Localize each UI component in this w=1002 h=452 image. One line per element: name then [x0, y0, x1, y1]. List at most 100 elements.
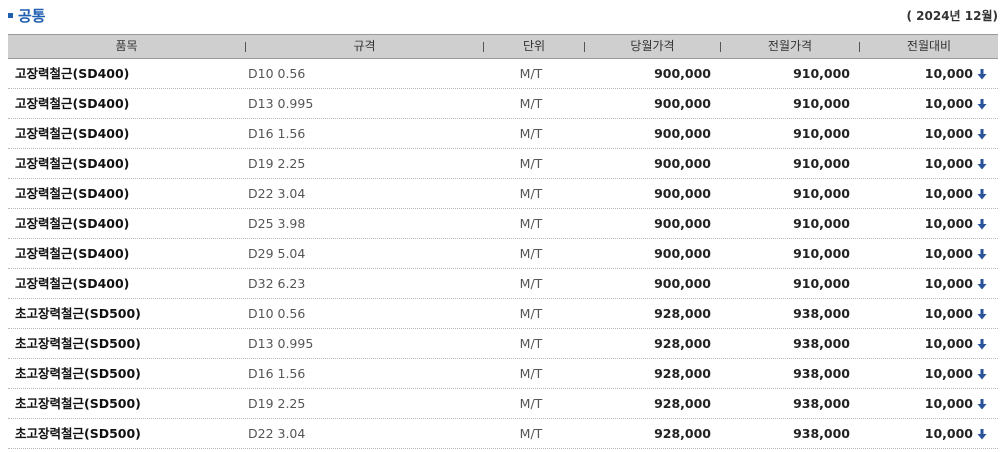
item-spec: D13 0.995: [248, 96, 314, 111]
price-change: 10,000: [924, 396, 973, 411]
item-unit: M/T: [519, 96, 543, 111]
item-name: 초고장력철근(SD500): [15, 306, 141, 321]
table-row: 초고장력철근(SD500) D22 3.04 M/T 928,000 938,0…: [8, 419, 998, 449]
current-price: 900,000: [654, 246, 711, 261]
arrow-down-icon: [977, 219, 987, 230]
previous-price: 910,000: [793, 276, 850, 291]
table-row: 초고장력철근(SD500) D16 1.56 M/T 928,000 938,0…: [8, 359, 998, 389]
table-row: 초고장력철근(SD500) D13 0.995 M/T 928,000 938,…: [8, 329, 998, 359]
price-change: 10,000: [924, 126, 973, 141]
item-name: 고장력철근(SD400): [15, 96, 130, 111]
item-name: 고장력철근(SD400): [15, 126, 130, 141]
arrow-down-icon: [977, 129, 987, 140]
previous-price: 910,000: [793, 126, 850, 141]
previous-price: 938,000: [793, 426, 850, 441]
item-unit: M/T: [519, 186, 543, 201]
title-bullet-icon: [8, 13, 13, 18]
previous-price: 910,000: [793, 186, 850, 201]
arrow-down-icon: [977, 429, 987, 440]
item-spec: D16 1.56: [248, 366, 306, 381]
arrow-down-icon: [977, 189, 987, 200]
previous-price: 910,000: [793, 216, 850, 231]
previous-price: 938,000: [793, 306, 850, 321]
arrow-down-icon: [977, 249, 987, 260]
item-spec: D16 1.56: [248, 126, 306, 141]
price-table: 품목 규격 단위 당월가격 전월가격 전월대비 고장력철근(SD400) D10…: [8, 34, 998, 449]
price-change: 10,000: [924, 336, 973, 351]
previous-price: 910,000: [793, 96, 850, 111]
price-change: 10,000: [924, 276, 973, 291]
price-change: 10,000: [924, 186, 973, 201]
arrow-down-icon: [977, 399, 987, 410]
table-row: 초고장력철근(SD500) D10 0.56 M/T 928,000 938,0…: [8, 299, 998, 329]
item-spec: D13 0.995: [248, 336, 314, 351]
previous-price: 910,000: [793, 156, 850, 171]
previous-price: 910,000: [793, 246, 850, 261]
item-unit: M/T: [519, 306, 543, 321]
item-unit: M/T: [519, 246, 543, 261]
current-price: 900,000: [654, 276, 711, 291]
table-row: 고장력철근(SD400) D32 6.23 M/T 900,000 910,00…: [8, 269, 998, 299]
item-name: 초고장력철근(SD500): [15, 396, 141, 411]
table-row: 초고장력철근(SD500) D19 2.25 M/T 928,000 938,0…: [8, 389, 998, 419]
price-change: 10,000: [924, 306, 973, 321]
current-price: 900,000: [654, 66, 711, 81]
table-row: 고장력철근(SD400) D25 3.98 M/T 900,000 910,00…: [8, 209, 998, 239]
item-name: 고장력철근(SD400): [15, 156, 130, 171]
item-name: 고장력철근(SD400): [15, 276, 130, 291]
item-unit: M/T: [519, 126, 543, 141]
item-spec: D29 5.04: [248, 246, 306, 261]
item-name: 고장력철근(SD400): [15, 186, 130, 201]
header-previous-price: 전월가격: [767, 39, 813, 53]
section-header: 공통 ( 2024년 12월): [8, 4, 998, 28]
previous-price: 910,000: [793, 66, 850, 81]
current-price: 928,000: [654, 336, 711, 351]
price-change: 10,000: [924, 426, 973, 441]
current-price: 928,000: [654, 426, 711, 441]
table-row: 고장력철근(SD400) D29 5.04 M/T 900,000 910,00…: [8, 239, 998, 269]
table-row: 고장력철근(SD400) D10 0.56 M/T 900,000 910,00…: [8, 59, 998, 89]
price-change: 10,000: [924, 246, 973, 261]
item-spec: D10 0.56: [248, 66, 306, 81]
price-change: 10,000: [924, 96, 973, 111]
item-spec: D10 0.56: [248, 306, 306, 321]
header-spec: 규격: [353, 39, 376, 53]
current-price: 900,000: [654, 216, 711, 231]
arrow-down-icon: [977, 159, 987, 170]
item-name: 고장력철근(SD400): [15, 66, 130, 81]
price-change: 10,000: [924, 156, 973, 171]
price-change: 10,000: [924, 366, 973, 381]
table-row: 고장력철근(SD400) D16 1.56 M/T 900,000 910,00…: [8, 119, 998, 149]
table-row: 고장력철근(SD400) D13 0.995 M/T 900,000 910,0…: [8, 89, 998, 119]
header-item: 품목: [115, 39, 138, 53]
item-name: 고장력철근(SD400): [15, 216, 130, 231]
header-unit: 단위: [522, 39, 546, 53]
section-title: 공통: [18, 7, 46, 25]
item-spec: D32 6.23: [248, 276, 306, 291]
item-spec: D19 2.25: [248, 156, 306, 171]
current-price: 900,000: [654, 126, 711, 141]
item-name: 초고장력철근(SD500): [15, 426, 141, 441]
table-header: 품목 규격 단위 당월가격 전월가격 전월대비: [8, 34, 998, 59]
item-name: 초고장력철근(SD500): [15, 336, 141, 351]
price-change: 10,000: [924, 66, 973, 81]
arrow-down-icon: [977, 309, 987, 320]
table-row: 고장력철근(SD400) D22 3.04 M/T 900,000 910,00…: [8, 179, 998, 209]
item-spec: D22 3.04: [248, 426, 306, 441]
current-price: 900,000: [654, 156, 711, 171]
previous-price: 938,000: [793, 396, 850, 411]
item-spec: D19 2.25: [248, 396, 306, 411]
item-unit: M/T: [519, 276, 543, 291]
item-unit: M/T: [519, 426, 543, 441]
item-unit: M/T: [519, 396, 543, 411]
table-row: 고장력철근(SD400) D19 2.25 M/T 900,000 910,00…: [8, 149, 998, 179]
header-change: 전월대비: [906, 39, 952, 53]
item-name: 고장력철근(SD400): [15, 246, 130, 261]
period-label: ( 2024년 12월): [906, 9, 998, 23]
price-change: 10,000: [924, 216, 973, 231]
header-current-price: 당월가격: [630, 39, 675, 53]
current-price: 928,000: [654, 366, 711, 381]
current-price: 900,000: [654, 186, 711, 201]
table-body: 고장력철근(SD400) D10 0.56 M/T 900,000 910,00…: [8, 59, 998, 449]
current-price: 900,000: [654, 96, 711, 111]
